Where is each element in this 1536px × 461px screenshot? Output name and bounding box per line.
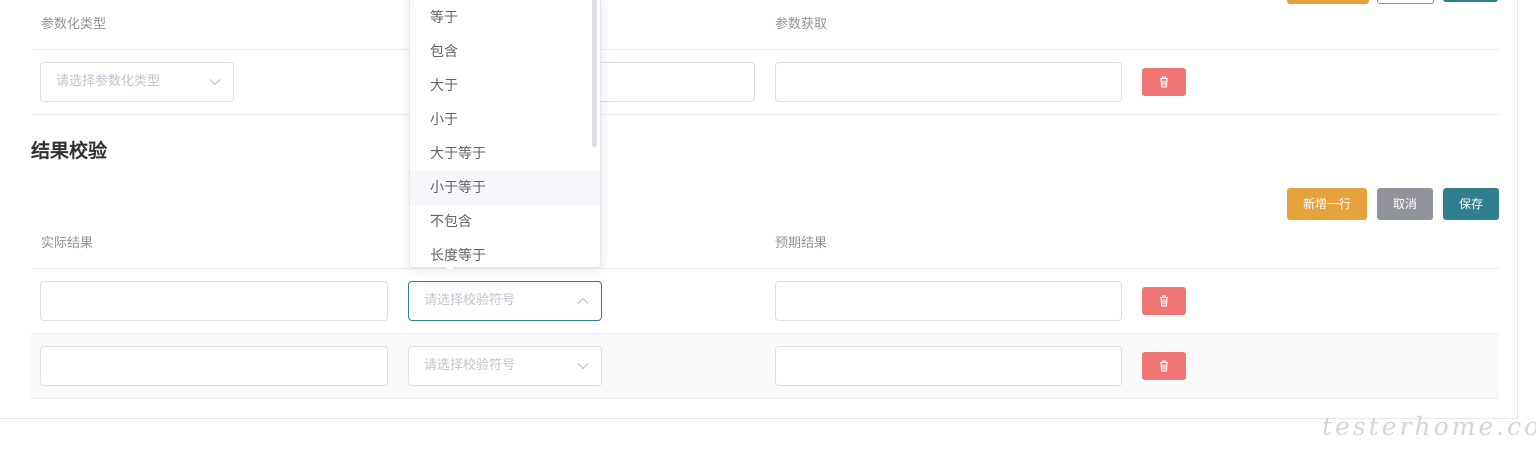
operator-select[interactable]: 请选择校验符号 — [408, 281, 602, 321]
actual-result-input[interactable] — [40, 281, 388, 321]
trash-icon — [1160, 360, 1168, 372]
top-cancel-button[interactable] — [1377, 0, 1434, 4]
dropdown-caret — [444, 265, 456, 271]
header-actual-result: 实际结果 — [41, 236, 94, 251]
divider — [31, 114, 1499, 115]
header-param-type: 参数化类型 — [41, 17, 107, 32]
param-type-select[interactable]: 请选择参数化类型 — [40, 62, 234, 102]
dropdown-scrollbar[interactable] — [592, 0, 597, 147]
chevron-up-icon — [577, 282, 589, 320]
param-fetch-input[interactable] — [775, 62, 1122, 102]
dropdown-option[interactable]: 包含 — [410, 35, 600, 69]
dropdown-option[interactable]: 大于 — [410, 69, 600, 103]
divider — [31, 398, 1499, 399]
operator-select[interactable]: 请选择校验符号 — [408, 346, 602, 386]
operator-dropdown: 等于 包含 大于 小于 大于等于 小于等于 不包含 长度等于 — [409, 0, 601, 268]
dropdown-option[interactable]: 等于 — [410, 1, 600, 35]
param-delete-button[interactable] — [1142, 68, 1186, 96]
header-param-fetch: 参数获取 — [775, 17, 828, 32]
trash-icon — [1160, 76, 1168, 88]
save-button[interactable]: 保存 — [1443, 188, 1499, 220]
chevron-down-icon — [577, 347, 589, 385]
divider — [31, 268, 1499, 269]
dropdown-option[interactable]: 不包含 — [410, 205, 600, 239]
trash-icon — [1160, 295, 1168, 307]
add-row-button[interactable]: 新增一行 — [1287, 188, 1367, 220]
result-delete-button[interactable] — [1142, 352, 1186, 380]
result-delete-button[interactable] — [1142, 287, 1186, 315]
dropdown-option[interactable]: 小于 — [410, 103, 600, 137]
watermark: testerhome.com — [1322, 412, 1536, 441]
page: 参数化类型 参数获取 请选择参数化类型 结果校验 新增一行 取消 保存 实际结果… — [0, 0, 1536, 461]
top-save-button[interactable] — [1443, 0, 1498, 2]
divider — [31, 49, 1499, 50]
dropdown-option[interactable]: 长度等于 — [410, 239, 600, 267]
top-add-button[interactable] — [1287, 0, 1369, 4]
expected-result-input[interactable] — [775, 281, 1122, 321]
dropdown-option[interactable]: 大于等于 — [410, 137, 600, 171]
operator-placeholder: 请选择校验符号 — [424, 293, 516, 308]
dropdown-option-hovered[interactable]: 小于等于 — [410, 171, 600, 205]
expected-result-input[interactable] — [775, 346, 1122, 386]
operator-placeholder: 请选择校验符号 — [424, 358, 516, 373]
cancel-button[interactable]: 取消 — [1377, 188, 1433, 220]
actual-result-input[interactable] — [40, 346, 388, 386]
header-expected-result: 预期结果 — [775, 236, 828, 251]
section-title: 结果校验 — [31, 140, 108, 162]
param-type-placeholder: 请选择参数化类型 — [56, 74, 161, 89]
chevron-down-icon — [209, 63, 221, 101]
